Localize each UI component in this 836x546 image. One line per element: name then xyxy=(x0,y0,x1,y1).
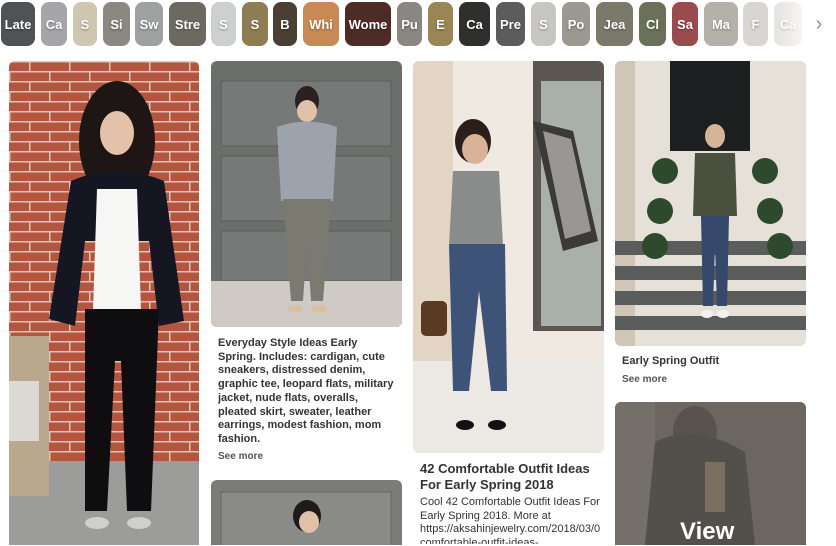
chip-16[interactable]: Po xyxy=(562,2,590,46)
pin-photo xyxy=(211,480,402,545)
chip-label: Ca xyxy=(45,16,63,32)
chip-10[interactable]: Wome xyxy=(345,2,391,46)
pin-image-gray-outfit[interactable] xyxy=(211,61,402,327)
chip-label: Whi xyxy=(309,16,333,32)
chip-label: Late xyxy=(4,16,32,32)
related-search-chips: Late Ca S Si Sw Stre S S B Whi Wome Pu E… xyxy=(0,0,836,48)
see-more-link[interactable]: See more xyxy=(622,374,667,385)
chip-label: Ma xyxy=(711,16,731,32)
chip-7[interactable]: S xyxy=(242,2,268,46)
chip-label: Si xyxy=(110,16,123,32)
chip-6[interactable]: S xyxy=(211,2,236,46)
chip-label: Sa xyxy=(677,16,693,32)
chip-14[interactable]: Pre xyxy=(496,2,525,46)
chip-label: Jea xyxy=(603,16,626,32)
chip-label: S xyxy=(539,16,548,32)
pin-photo xyxy=(413,61,604,453)
chip-4[interactable]: Sw xyxy=(135,2,163,46)
chip-17[interactable]: Jea xyxy=(596,2,633,46)
chip-11[interactable]: Pu xyxy=(397,2,422,46)
chip-18[interactable]: Cl xyxy=(639,2,666,46)
chip-label: B xyxy=(280,16,290,32)
chip-9[interactable]: Whi xyxy=(303,2,339,46)
chip-20[interactable]: Ma xyxy=(704,2,738,46)
chip-2[interactable]: S xyxy=(73,2,97,46)
pin-photo xyxy=(615,61,806,346)
chip-label: Pu xyxy=(401,16,418,32)
chip-19[interactable]: Sa xyxy=(672,2,698,46)
view-overlay-label[interactable]: View xyxy=(680,518,734,546)
pin-image-bottom-door[interactable] xyxy=(211,480,402,545)
chip-0[interactable]: Late xyxy=(1,2,35,46)
pin-title: 42 Comfortable Outfit Ideas For Early Sp… xyxy=(420,461,590,492)
chip-8[interactable]: B xyxy=(273,2,297,46)
pin-description: Cool 42 Comfortable Outfit Ideas For Ear… xyxy=(420,496,600,544)
chip-label: Ca xyxy=(466,16,483,32)
chevron-right-icon[interactable]: › xyxy=(808,13,830,35)
chip-label: Wome xyxy=(348,16,388,32)
chip-label: S xyxy=(250,16,260,32)
chip-label: F xyxy=(751,16,760,32)
chip-15[interactable]: S xyxy=(531,2,556,46)
pin-photo xyxy=(9,61,199,545)
pin-title: Everyday Style Ideas Early Spring. Inclu… xyxy=(218,337,394,445)
pin-title: Early Spring Outfit xyxy=(622,355,720,367)
chip-label: Sw xyxy=(139,16,159,32)
chip-label: Po xyxy=(567,16,585,32)
see-more-link[interactable]: See more xyxy=(218,451,263,462)
pin-photo xyxy=(211,61,402,327)
chip-label: E xyxy=(436,16,445,32)
chip-1[interactable]: Ca xyxy=(41,2,67,46)
chip-13[interactable]: Ca xyxy=(459,2,490,46)
chip-21[interactable]: F xyxy=(743,2,768,46)
chip-5[interactable]: Stre xyxy=(169,2,206,46)
chip-label: Cl xyxy=(646,16,659,32)
chip-label: Pre xyxy=(500,16,521,32)
chip-label: S xyxy=(219,16,228,32)
pin-image-brick-wall[interactable] xyxy=(9,61,199,545)
chip-3[interactable]: Si xyxy=(103,2,130,46)
chip-label: Stre xyxy=(174,16,201,32)
chip-12[interactable]: E xyxy=(428,2,453,46)
pin-image-stairs-outfit[interactable] xyxy=(615,61,806,346)
chip-label: S xyxy=(80,16,90,32)
pin-image-denim-outfit[interactable] xyxy=(413,61,604,453)
